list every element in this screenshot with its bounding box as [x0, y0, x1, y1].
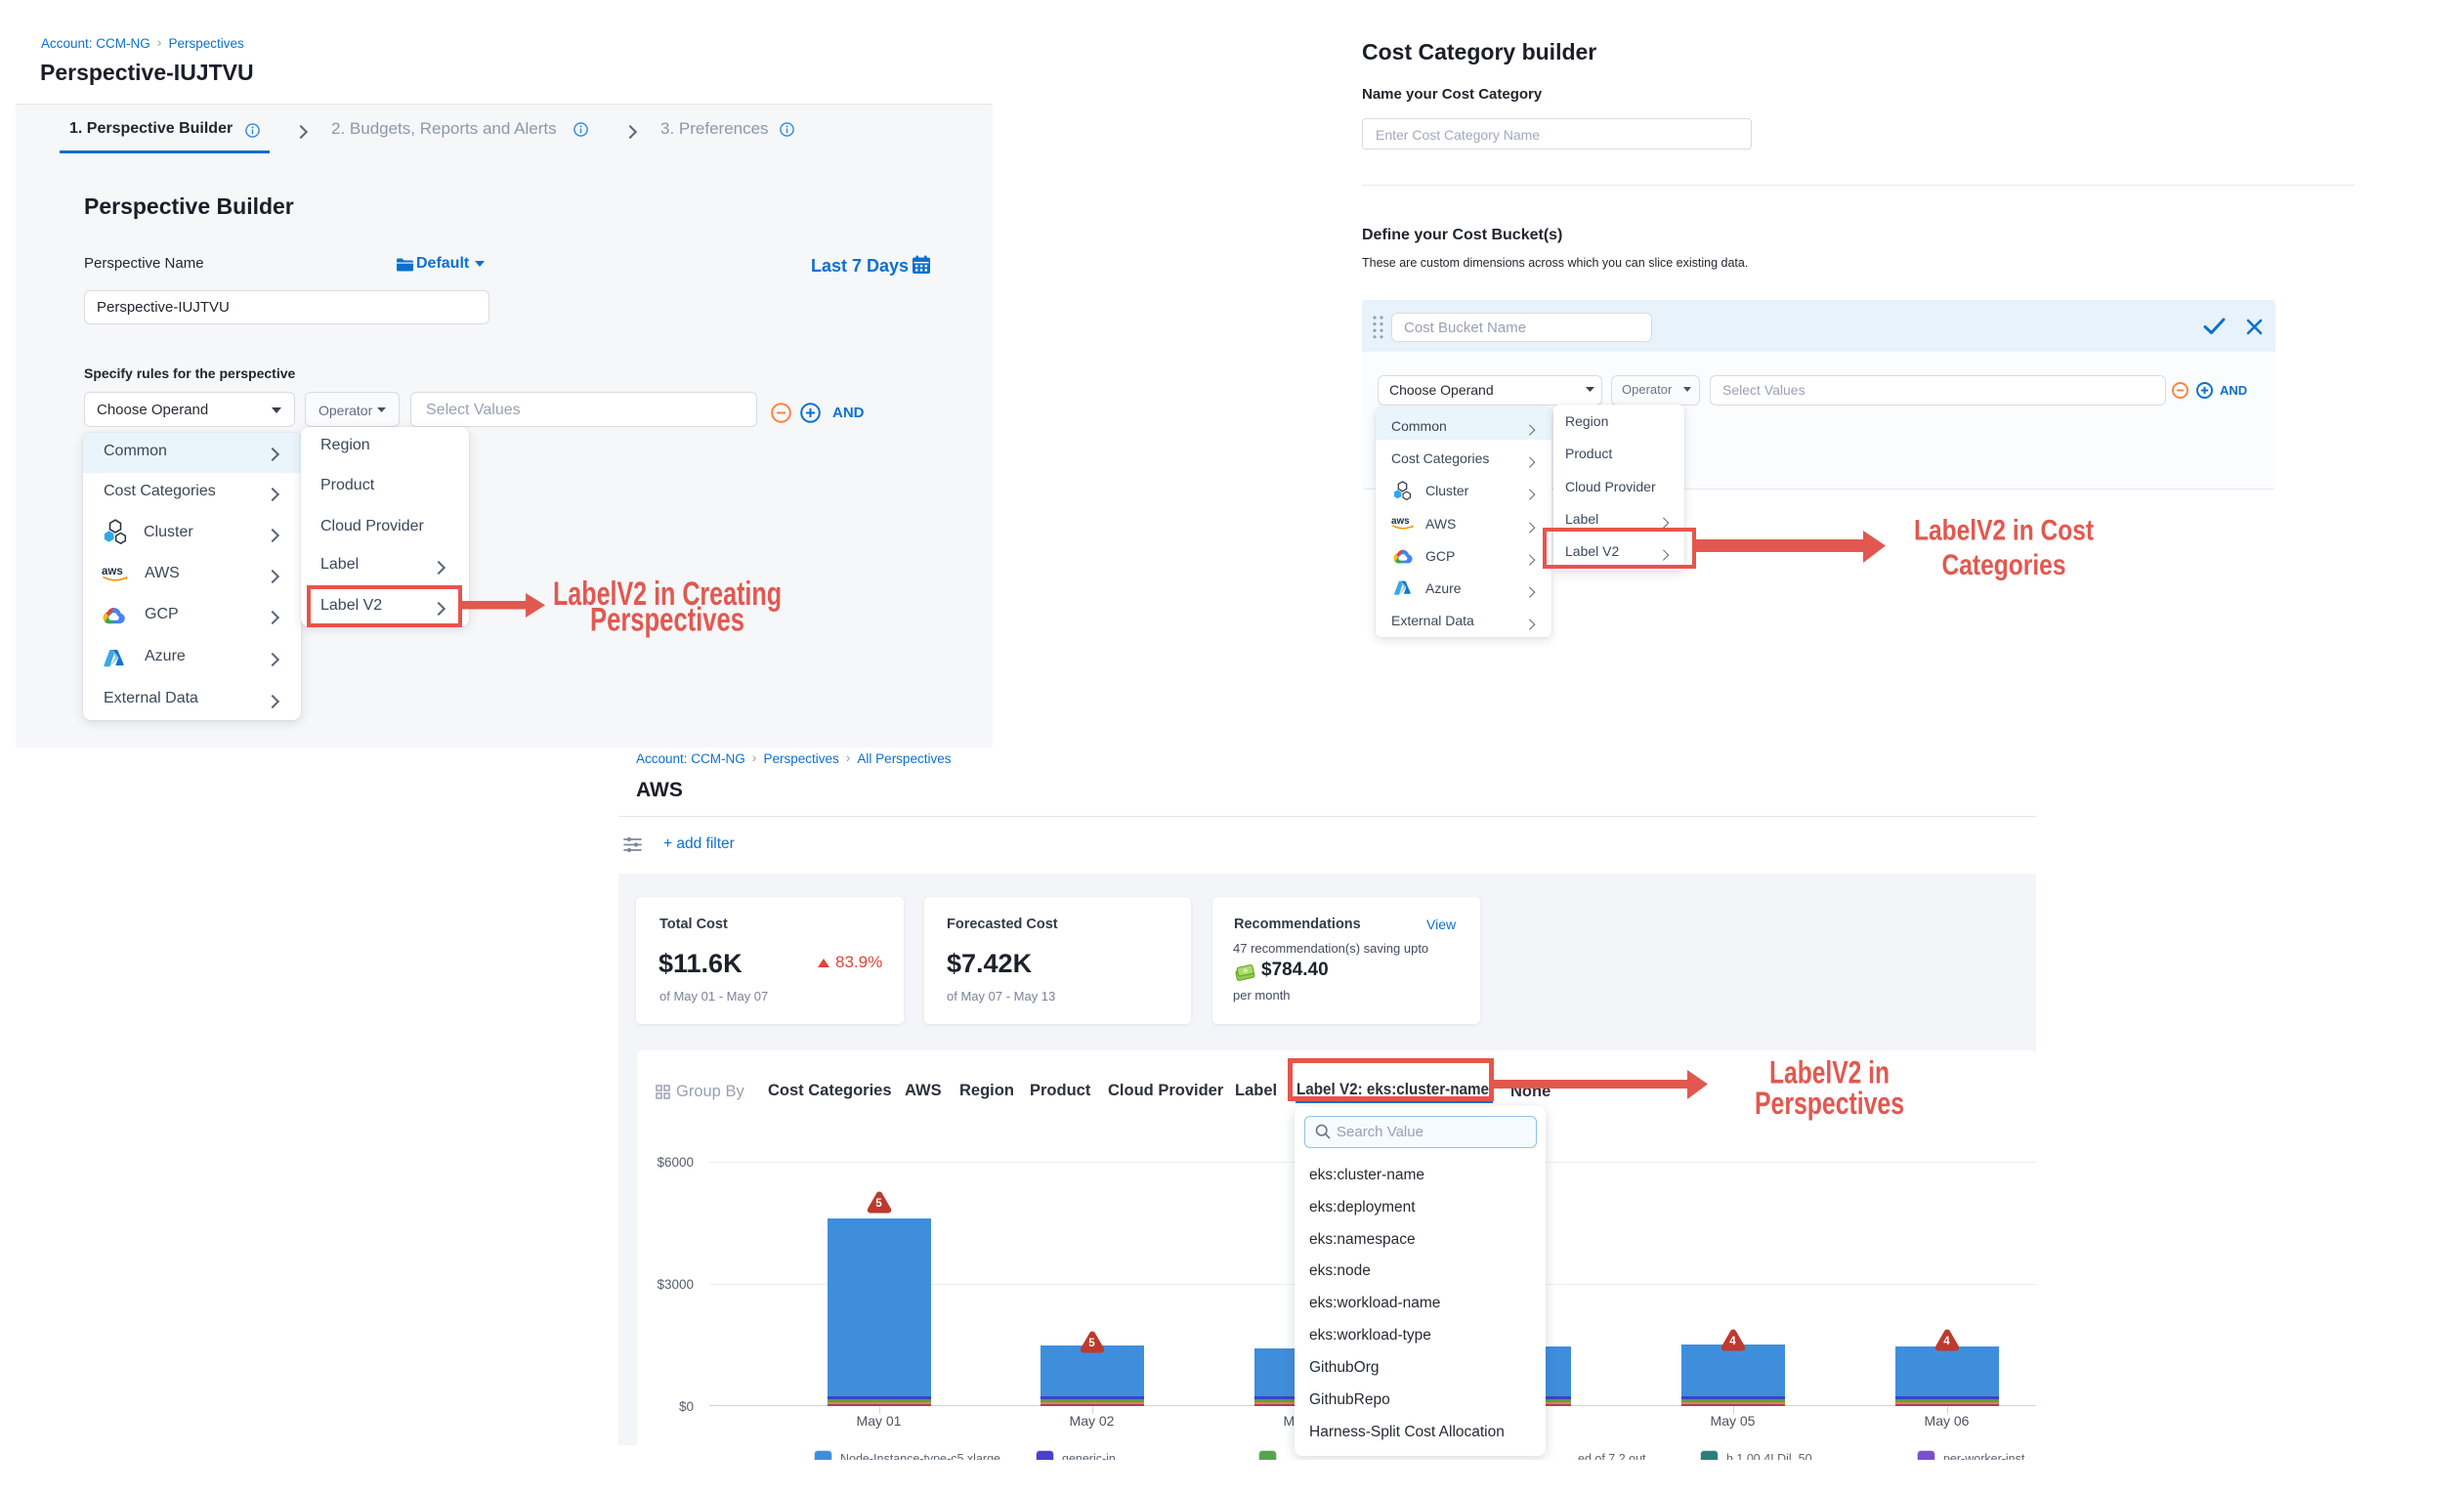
svg-text:Perspectives: Perspectives — [1755, 1086, 1904, 1121]
svg-text:LabelV2 in Cost: LabelV2 in Cost — [1914, 515, 2094, 547]
svg-text:Categories: Categories — [1942, 549, 2066, 581]
svg-text:Perspectives: Perspectives — [590, 602, 744, 639]
svg-text:Label V2: eks:cluster-name: Label V2: eks:cluster-name — [1296, 1080, 1489, 1098]
